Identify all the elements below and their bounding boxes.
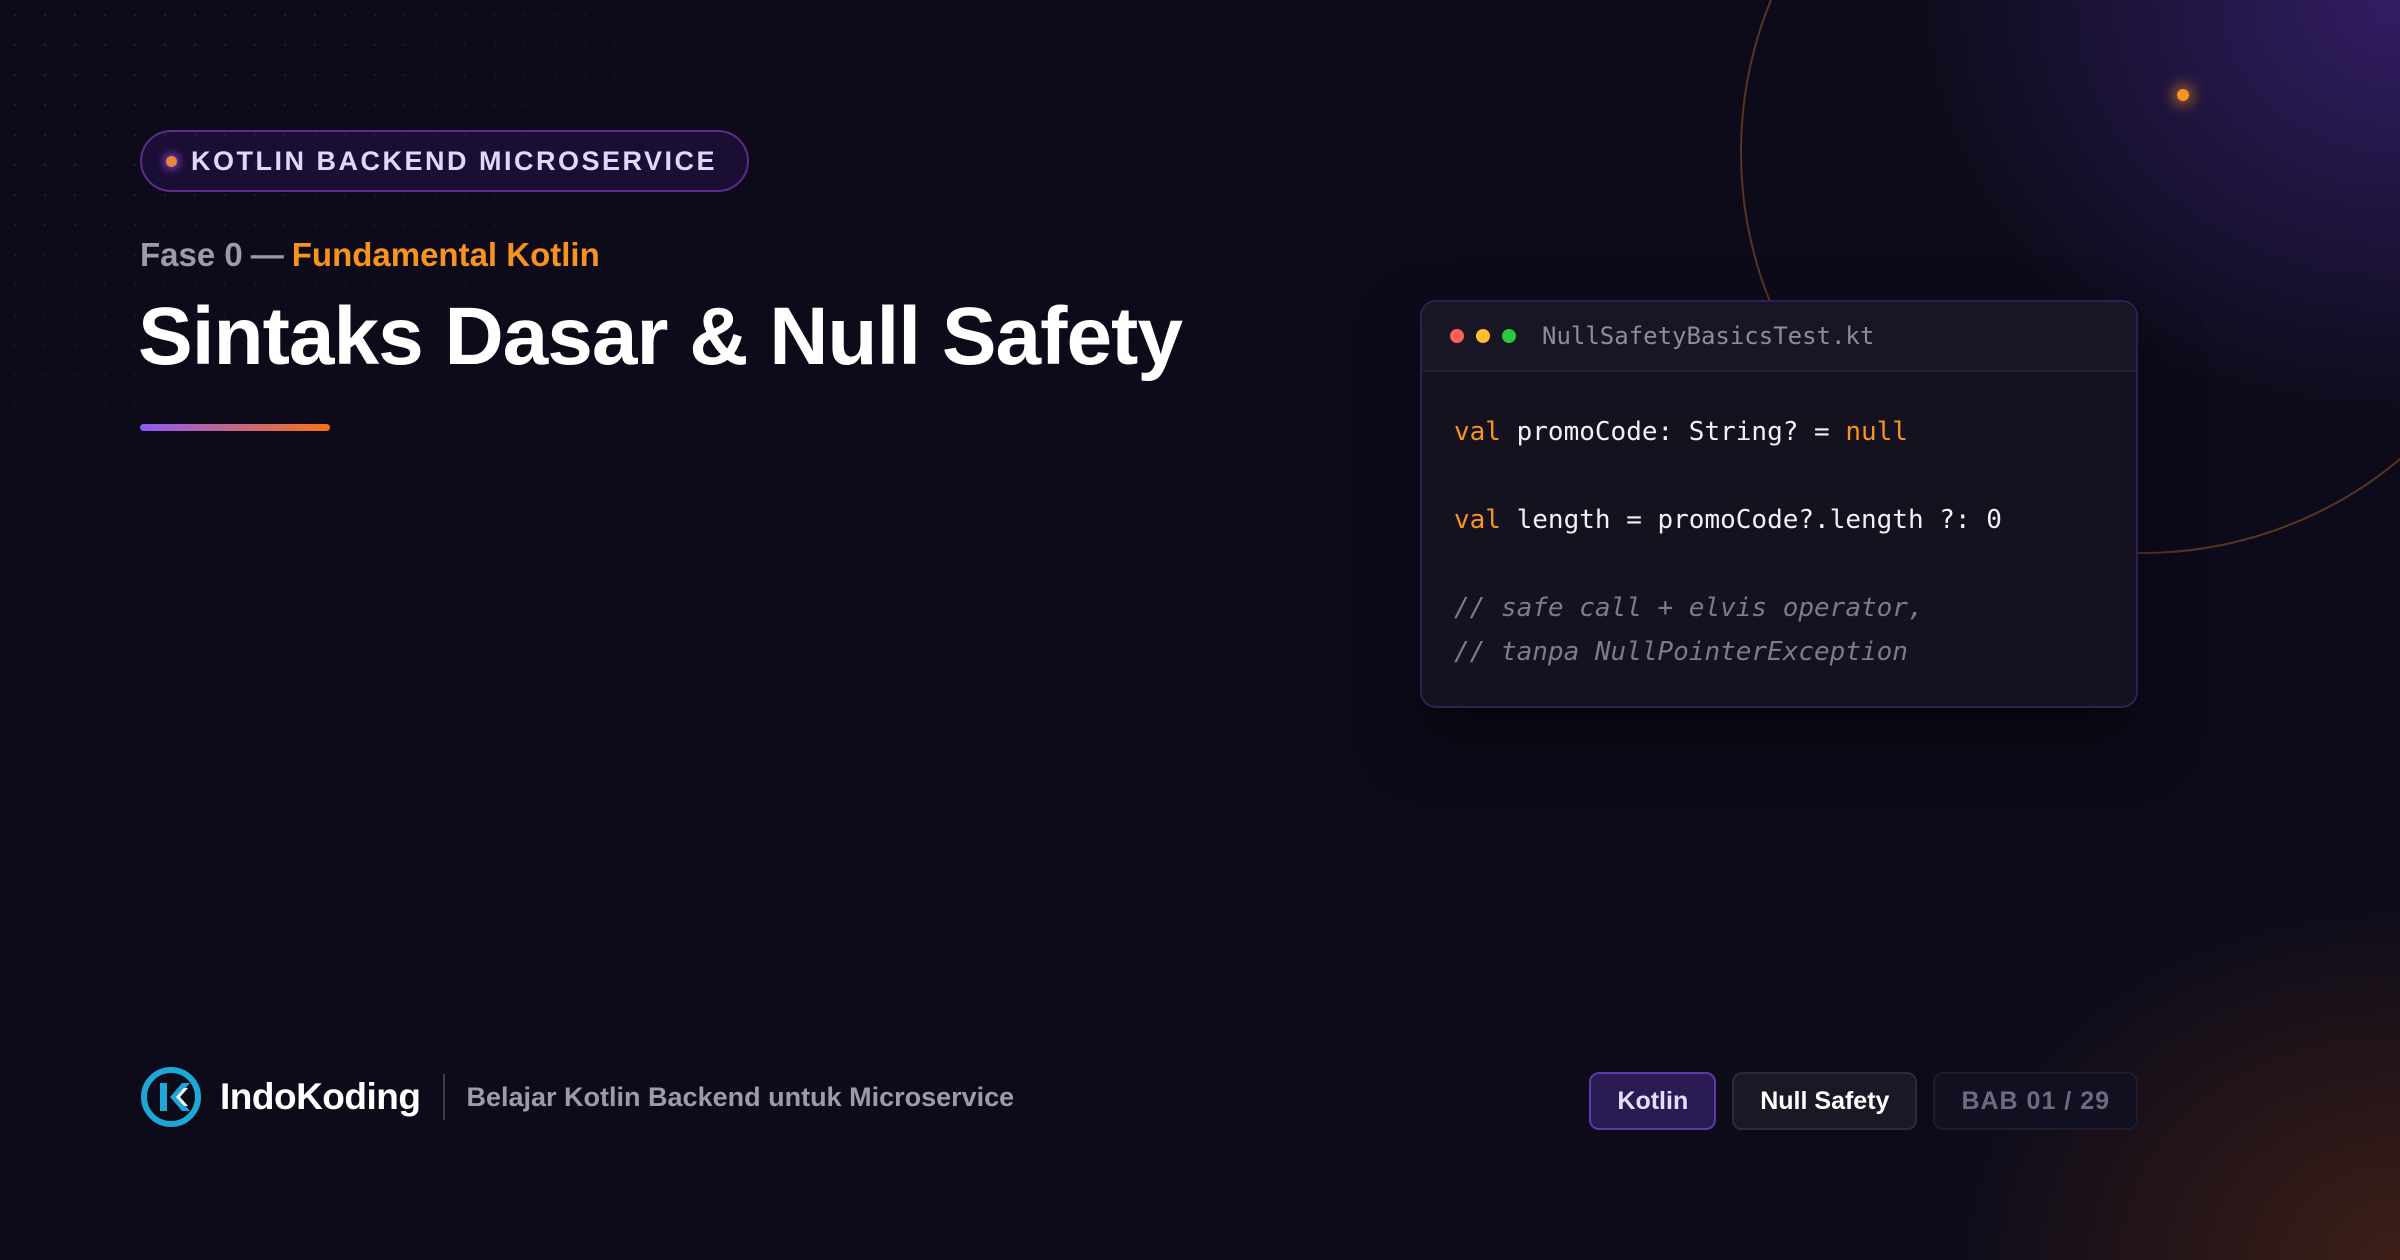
code-text: length = promoCode?.length ?: 0 bbox=[1500, 505, 2002, 535]
brand-divider bbox=[442, 1074, 445, 1120]
code-keyword: val bbox=[1454, 505, 1501, 535]
tag-chips: Kotlin Null Safety BAB 01 / 29 bbox=[1589, 1072, 2138, 1130]
close-dot-icon bbox=[1450, 329, 1464, 343]
code-filename: NullSafetyBasicsTest.kt bbox=[1542, 322, 1875, 350]
topic-label: Fundamental Kotlin bbox=[291, 236, 600, 273]
chip-null-safety: Null Safety bbox=[1732, 1072, 1918, 1130]
phase-subtitle: Fase 0— Fundamental Kotlin bbox=[140, 236, 600, 274]
badge-dot-icon bbox=[166, 155, 177, 167]
phase-label: Fase 0 bbox=[140, 236, 243, 273]
page-title: Sintaks Dasar & Null Safety bbox=[138, 291, 1183, 382]
maximize-dot-icon bbox=[1502, 329, 1516, 343]
minimize-dot-icon bbox=[1476, 329, 1490, 343]
code-line: val promoCode: String? = null bbox=[1454, 410, 2136, 454]
code-comment: // safe call + elvis operator, bbox=[1454, 593, 1924, 623]
code-text: promoCode: String? = bbox=[1500, 417, 1846, 447]
indokoding-logo-icon bbox=[141, 1067, 201, 1127]
subtitle-separator: — bbox=[250, 236, 284, 273]
chapter-counter: BAB 01 / 29 bbox=[1933, 1072, 2138, 1130]
code-line: val length = promoCode?.length ?: 0 bbox=[1454, 498, 2136, 542]
code-window-titlebar: NullSafetyBasicsTest.kt bbox=[1422, 302, 2136, 372]
slide-canvas: KOTLIN BACKEND MICROSERVICE Fase 0— Funda… bbox=[0, 0, 2400, 1260]
title-underline bbox=[140, 424, 330, 431]
category-badge-label: KOTLIN BACKEND MICROSERVICE bbox=[191, 145, 718, 176]
chip-kotlin: Kotlin bbox=[1589, 1072, 1717, 1130]
code-literal: null bbox=[1845, 417, 1908, 447]
decorative-glow-dot bbox=[2177, 89, 2189, 101]
code-comment: // tanpa NullPointerException bbox=[1454, 637, 1908, 667]
code-body: val promoCode: String? = null val length… bbox=[1422, 372, 2136, 674]
code-window: NullSafetyBasicsTest.kt val promoCode: S… bbox=[1420, 300, 2138, 708]
brand-name: IndoKoding bbox=[220, 1076, 421, 1117]
brand-tagline: Belajar Kotlin Backend untuk Microservic… bbox=[466, 1081, 1015, 1112]
brand-footer: IndoKoding Belajar Kotlin Backend untuk … bbox=[140, 1066, 1014, 1128]
code-keyword: val bbox=[1454, 417, 1501, 447]
category-badge: KOTLIN BACKEND MICROSERVICE bbox=[140, 130, 750, 192]
